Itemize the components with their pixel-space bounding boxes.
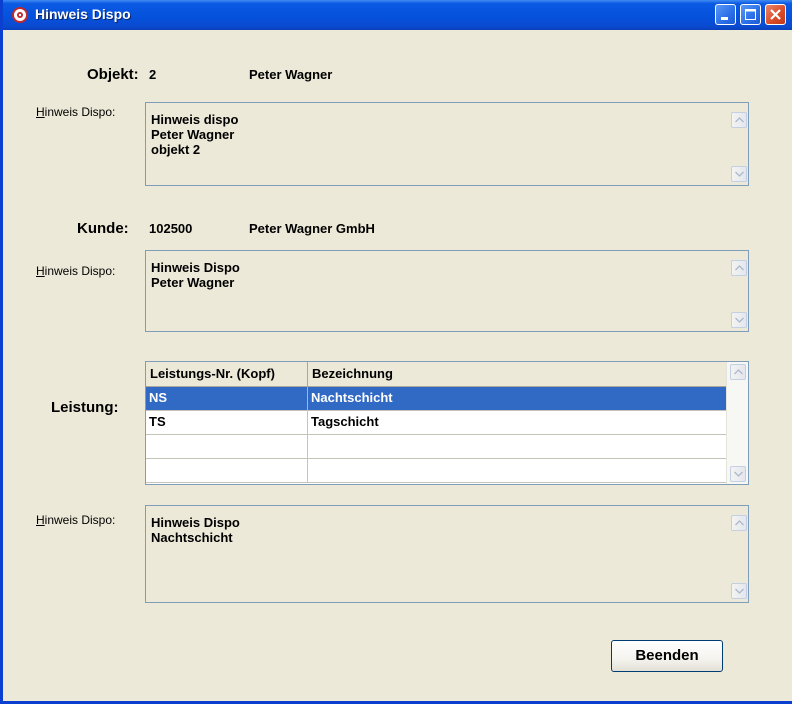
chevron-up-icon xyxy=(735,117,744,123)
objekt-hint-textarea[interactable]: Hinweis dispo Peter Wagner objekt 2 xyxy=(145,102,749,186)
leistung-table[interactable]: Leistungs-Nr. (Kopf) Bezeichnung NS Nach… xyxy=(145,361,749,485)
scroll-up-button[interactable] xyxy=(731,112,747,128)
chevron-down-icon xyxy=(735,317,744,323)
leistung-label: Leistung: xyxy=(51,399,119,416)
maximize-icon xyxy=(745,9,756,20)
app-icon xyxy=(12,7,28,23)
column-header-bezeichnung[interactable]: Bezeichnung xyxy=(308,362,726,386)
table-row[interactable]: TS Tagschicht xyxy=(146,411,726,435)
leistung-hint-label: Hinweis Dispo: xyxy=(36,513,116,527)
table-scrollbar[interactable] xyxy=(726,362,748,484)
minimize-button[interactable] xyxy=(715,4,736,25)
hinweis-dispo-window: Hinweis Dispo Objekt: 2 Peter Wagner Hin… xyxy=(0,0,792,704)
window-title: Hinweis Dispo xyxy=(35,6,131,22)
minimize-icon xyxy=(721,17,728,20)
title-bar[interactable]: Hinweis Dispo xyxy=(3,0,792,30)
kunde-hint-textarea[interactable]: Hinweis Dispo Peter Wagner xyxy=(145,250,749,332)
chevron-up-icon xyxy=(735,520,744,526)
chevron-up-icon xyxy=(734,369,743,375)
scroll-up-button[interactable] xyxy=(731,260,747,276)
table-header: Leistungs-Nr. (Kopf) Bezeichnung xyxy=(146,362,726,387)
scroll-down-button[interactable] xyxy=(731,166,747,182)
objekt-name: Peter Wagner xyxy=(249,67,333,82)
table-row[interactable]: NS Nachtschicht xyxy=(146,387,726,411)
table-cell-nr: TS xyxy=(146,411,308,434)
scroll-up-button[interactable] xyxy=(730,364,746,380)
chevron-down-icon xyxy=(734,471,743,477)
table-cell-bezeichnung xyxy=(308,459,726,482)
close-icon xyxy=(770,9,781,20)
chevron-down-icon xyxy=(735,588,744,594)
beenden-button[interactable]: Beenden xyxy=(611,640,723,672)
objekt-hint-label: Hinweis Dispo: xyxy=(36,105,116,119)
table-row[interactable] xyxy=(146,435,726,459)
table-cell-nr: NS xyxy=(146,387,308,410)
table-cell-bezeichnung: Nachtschicht xyxy=(311,390,393,405)
kunde-number: 102500 xyxy=(149,221,193,236)
chevron-down-icon xyxy=(735,171,744,177)
kunde-label: Kunde: xyxy=(77,220,129,237)
kunde-hint-scrollbar[interactable] xyxy=(730,252,747,330)
objekt-label: Objekt: xyxy=(87,66,139,83)
objekt-hint-text: Hinweis dispo Peter Wagner objekt 2 xyxy=(151,112,239,157)
chevron-up-icon xyxy=(735,265,744,271)
leistung-hint-text: Hinweis Dispo Nachtschicht xyxy=(151,515,240,545)
leistung-hint-textarea[interactable]: Hinweis Dispo Nachtschicht xyxy=(145,505,749,603)
scroll-down-button[interactable] xyxy=(731,312,747,328)
objekt-hint-scrollbar[interactable] xyxy=(730,104,747,184)
kunde-hint-text: Hinweis Dispo Peter Wagner xyxy=(151,260,240,290)
leistung-hint-scrollbar[interactable] xyxy=(730,507,747,601)
objekt-number: 2 xyxy=(149,67,157,82)
table-cell-nr xyxy=(146,435,308,458)
column-header-leistungs-nr[interactable]: Leistungs-Nr. (Kopf) xyxy=(146,362,308,386)
scroll-down-button[interactable] xyxy=(731,583,747,599)
table-cell-bezeichnung xyxy=(308,435,726,458)
table-cell-bezeichnung: Tagschicht xyxy=(311,414,379,429)
table-row[interactable] xyxy=(146,459,726,483)
kunde-hint-label: Hinweis Dispo: xyxy=(36,264,116,278)
scroll-down-button[interactable] xyxy=(730,466,746,482)
maximize-button[interactable] xyxy=(740,4,761,25)
scroll-up-button[interactable] xyxy=(731,515,747,531)
kunde-name: Peter Wagner GmbH xyxy=(249,221,375,236)
close-window-button[interactable] xyxy=(765,4,786,25)
table-cell-nr xyxy=(146,459,308,482)
